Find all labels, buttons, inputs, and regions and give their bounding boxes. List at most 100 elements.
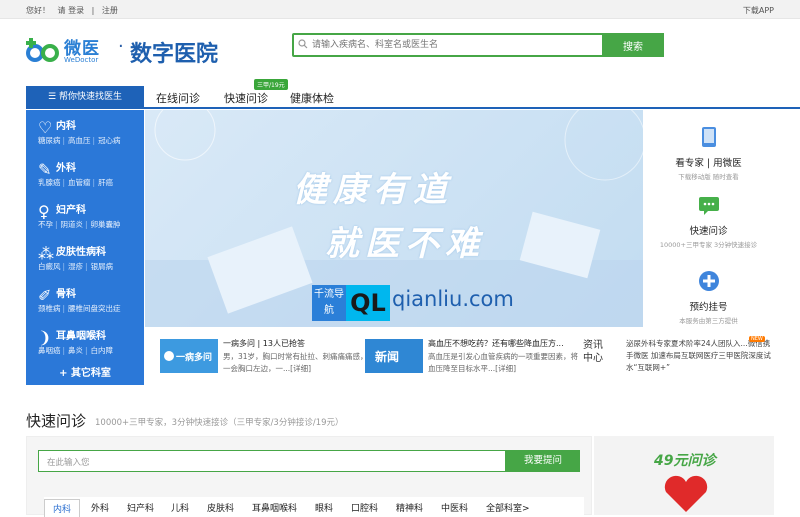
tab-dermatology[interactable]: 皮肤科 [207, 501, 234, 514]
tab-ophthalmology[interactable]: 眼科 [315, 501, 333, 514]
info-center-text[interactable]: 泌尿外科专家夏术阶率24人团队入...微信携手微医 加速布局互联网医疗三甲医院深… [626, 338, 776, 374]
service-panel: 看专家 | 用微医 下载移动版 随时查看 快速问诊 10000+三甲专家 3分钟… [643, 110, 774, 327]
news-thumb-news[interactable]: 新闻 [365, 339, 423, 373]
nav-health-checkup[interactable]: 健康体检 [290, 90, 334, 106]
site-logo[interactable]: 微医 WeDoctor · 数字医院 [26, 34, 266, 70]
new-badge: NEW [749, 336, 765, 342]
service-desc: 10000+三甲专家 3分钟快速接诊 [659, 241, 758, 249]
quick-consult-subtitle: 10000+三甲专家，3分钟快速接诊（三甲专家/3分钟接诊/19元） [95, 418, 344, 428]
search-bar: 搜索 [292, 33, 664, 57]
sidebar-cat-internal[interactable]: ♡ 内科 糖尿病 | 高血压 | 冠心病 [26, 112, 144, 154]
sub-link[interactable]: 白癜风 [38, 262, 61, 271]
quick-consult-title: 快速问诊 [26, 412, 87, 430]
tab-tcm[interactable]: 中医科 [441, 501, 468, 514]
plus-icon: + [59, 368, 71, 379]
main-nav: ☰ 帮你快速找医生 在线问诊 快速问诊 三甲/19元 健康体检 [26, 79, 800, 109]
cat-name: 内科 [56, 121, 76, 132]
sub-link[interactable]: 银屑病 [91, 262, 114, 271]
sub-link[interactable]: 鼻咽癌 [38, 346, 61, 355]
watermark-site: qianliu.com [392, 287, 514, 311]
promo-box[interactable] [594, 436, 774, 515]
menu-icon: ☰ [48, 92, 59, 102]
news-thumb-qa[interactable]: 一病多问 [160, 339, 218, 373]
cat-name: 皮肤性病科 [56, 247, 106, 258]
logo-en: WeDoctor [64, 56, 99, 64]
sidebar-cat-surgery[interactable]: ✎ 外科 乳腺癌 | 血管瘤 | 肝癌 [26, 154, 144, 196]
tab-psychiatry[interactable]: 精神科 [396, 501, 423, 514]
question-input[interactable]: 在此输入您 [38, 450, 506, 472]
cat-name: 妇产科 [56, 205, 86, 216]
chat-icon [698, 197, 719, 215]
tab-gynecology[interactable]: 妇产科 [127, 501, 154, 514]
sub-link[interactable]: 糖尿病 [38, 136, 61, 145]
sub-link[interactable]: 阴道炎 [61, 220, 84, 229]
tab-ent[interactable]: 耳鼻咽喉科 [252, 501, 297, 514]
sub-link[interactable]: 湿疹 [68, 262, 83, 271]
logo-dot: · [118, 36, 124, 57]
sidebar-cat-orthopedics[interactable]: ✐ 骨科 颈椎病 | 腰椎间盘突出症 [26, 280, 144, 322]
sub-link[interactable]: 不孕 [38, 220, 53, 229]
price-badge: 三甲/19元 [254, 79, 288, 90]
search-icon [298, 39, 308, 49]
ask-button[interactable]: 我要提问 [506, 450, 580, 472]
department-tabs: 内科 外科 妇产科 儿科 皮肤科 耳鼻咽喉科 眼科 口腔科 精神科 中医科 全部… [44, 497, 584, 517]
banner-headline-2: 就医不难 [325, 224, 485, 264]
cat-name: 骨科 [56, 289, 76, 300]
service-app[interactable]: 看专家 | 用微医 下载移动版 随时查看 [643, 126, 774, 181]
service-name: 预约挂号 [689, 302, 728, 313]
sub-link[interactable]: 颈椎病 [38, 304, 61, 313]
search-button[interactable]: 搜索 [602, 33, 664, 57]
nav-quick-consult[interactable]: 快速问诊 [224, 90, 268, 106]
tab-pediatrics[interactable]: 儿科 [171, 501, 189, 514]
login-link[interactable]: 请 登录 [58, 6, 85, 15]
question-icon [164, 351, 174, 361]
sub-link[interactable]: 白内障 [91, 346, 114, 355]
sub-link[interactable]: 乳腺癌 [38, 178, 61, 187]
news-strip: 一病多问 一病多问 | 13人已抢答 男，31岁，胸口时常有扯拉、刺痛痛痛感，一… [145, 327, 800, 385]
phone-icon [701, 127, 716, 147]
tab-all-departments[interactable]: 全部科室> [486, 501, 530, 514]
site-title: 数字医院 [130, 42, 219, 67]
sidebar-cat-gynecology[interactable]: ♀ 妇产科 不孕 | 阴道炎 | 卵巢囊肿 [26, 196, 144, 238]
sub-link[interactable]: 腰椎间盘突出症 [68, 304, 121, 313]
tab-internal[interactable]: 内科 [44, 499, 81, 517]
nav-online-consult[interactable]: 在线问诊 [156, 90, 200, 106]
cat-name: 外科 [56, 163, 76, 174]
sub-link[interactable]: 肝癌 [98, 178, 113, 187]
search-input[interactable] [312, 37, 592, 53]
service-desc: 下载移动版 随时查看 [678, 173, 739, 181]
news-title[interactable]: 一病多问 | 13人已抢答 [223, 338, 305, 349]
news-title[interactable]: 高血压不想吃药？还有哪些降血压方... [428, 338, 564, 349]
sidebar-cat-ent[interactable]: ❩ 耳鼻咽喉科 鼻咽癌 | 鼻炎 | 白内障 [26, 322, 144, 364]
promo-title: 49元问诊 [654, 453, 716, 469]
sub-link[interactable]: 卵巢囊肿 [91, 220, 121, 229]
plus-icon [698, 271, 719, 291]
tab-surgery[interactable]: 外科 [91, 501, 109, 514]
download-app-link[interactable]: 下载APP [743, 5, 774, 16]
service-appointment[interactable]: 预约挂号 本服务由第三方提供 [643, 270, 774, 325]
sub-link[interactable]: 鼻炎 [68, 346, 83, 355]
department-sidebar: ♡ 内科 糖尿病 | 高血压 | 冠心病 ✎ 外科 乳腺癌 | 血管瘤 | 肝癌 ♀ 妇产科 不… [26, 110, 144, 385]
greeting: 您好！ [26, 6, 50, 15]
sub-link[interactable]: 高血压 [68, 136, 91, 145]
sub-link[interactable]: 冠心病 [98, 136, 121, 145]
service-name: 看专家 | 用微医 [675, 158, 742, 169]
find-doctor-button[interactable]: ☰ 帮你快速找医生 [26, 86, 144, 109]
cat-name: 耳鼻咽喉科 [56, 331, 106, 342]
find-doctor-label: 帮你快速找医生 [58, 92, 122, 102]
banner-headline-1: 健康有道 [293, 170, 453, 210]
news-thumb-label: 一病多问 [176, 353, 213, 363]
watermark-box: 千流导航 [312, 285, 346, 321]
sidebar-cat-dermatology[interactable]: ⁂ 皮肤性病科 白癜风 | 湿疹 | 银屑病 [26, 238, 144, 280]
other-departments-link[interactable]: + 其它科室 [26, 362, 144, 385]
top-bar: 您好！ 请 登录 | 注册 下载APP [0, 0, 800, 19]
register-link[interactable]: 注册 [102, 6, 118, 15]
tab-dental[interactable]: 口腔科 [351, 501, 378, 514]
service-name: 快速问诊 [689, 226, 728, 237]
info-center-label[interactable]: 资讯中心 [583, 339, 605, 365]
other-label: 其它科室 [70, 368, 111, 379]
wedoctor-logo-icon [26, 38, 59, 62]
news-thumb-label: 新闻 [375, 350, 400, 364]
service-quick-consult[interactable]: 快速问诊 10000+三甲专家 3分钟快速接诊 [643, 196, 774, 249]
sub-link[interactable]: 血管瘤 [68, 178, 91, 187]
